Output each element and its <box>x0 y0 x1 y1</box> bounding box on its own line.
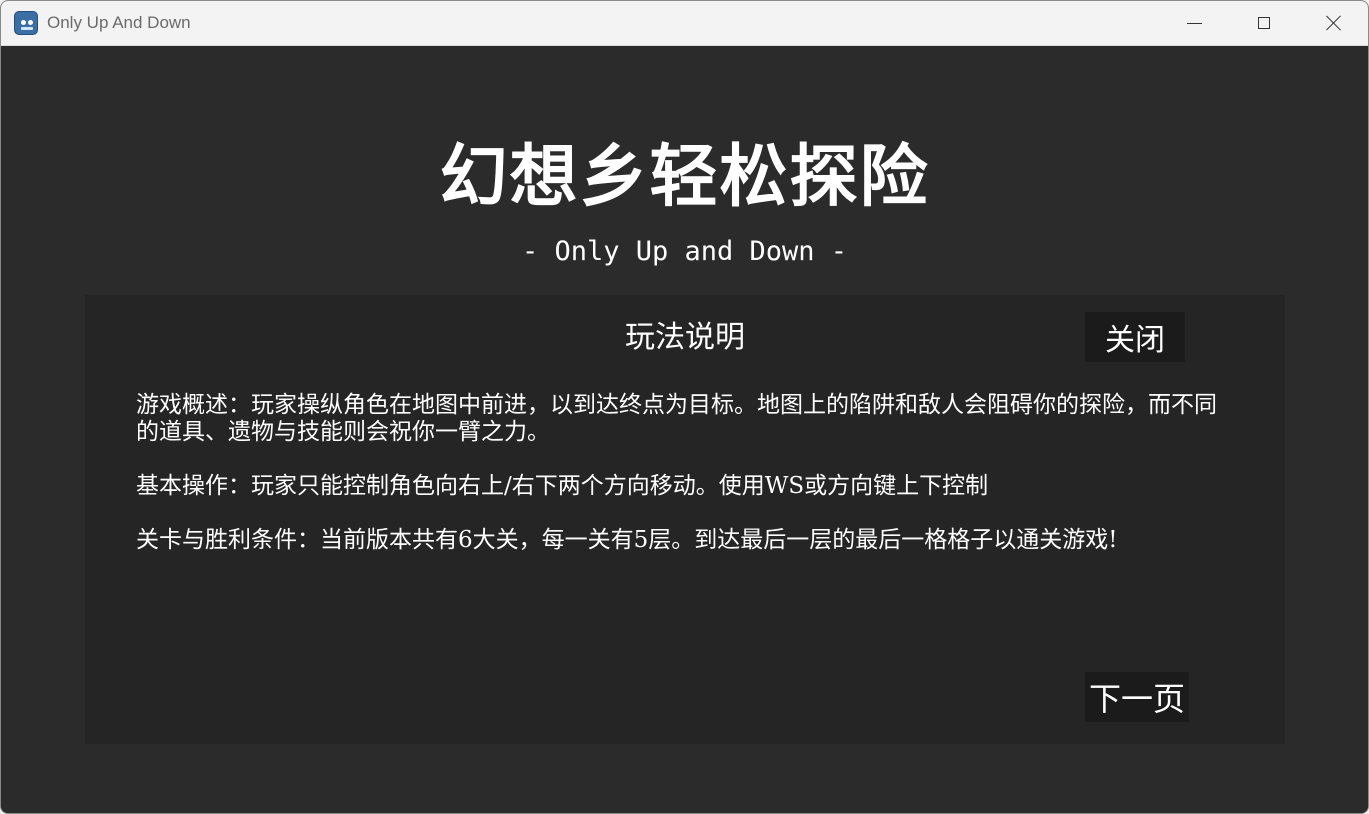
title-bar[interactable]: Only Up And Down <box>1 1 1368 46</box>
app-window: Only Up And Down 幻想乡轻松探险 - Only Up and D… <box>0 0 1369 814</box>
minimize-button[interactable] <box>1159 1 1229 45</box>
overview-paragraph: 游戏概述：玩家操纵角色在地图中前进，以到达终点为目标。地图上的陷阱和敌人会阻碍你… <box>136 392 1217 445</box>
close-icon <box>1326 15 1342 31</box>
close-panel-button[interactable]: 关闭 <box>1085 312 1185 362</box>
close-window-button[interactable] <box>1299 1 1368 45</box>
controls-paragraph: 基本操作：玩家只能控制角色向右上/右下两个方向移动。使用WS或方向键上下控制 <box>136 473 989 499</box>
minimize-icon <box>1186 22 1202 24</box>
instructions-panel: 玩法说明 关闭 游戏概述：玩家操纵角色在地图中前进，以到达终点为目标。地图上的陷… <box>85 295 1285 744</box>
icon-mouth <box>21 27 33 30</box>
victory-paragraph: 关卡与胜利条件：当前版本共有6大关，每一关有5层。到达最后一层的最后一格格子以通… <box>136 527 1118 553</box>
godot-app-icon <box>14 11 38 35</box>
maximize-button[interactable] <box>1229 1 1299 45</box>
window-title: Only Up And Down <box>47 13 191 32</box>
instructions-text: 游戏概述：玩家操纵角色在地图中前进，以到达终点为目标。地图上的陷阱和敌人会阻碍你… <box>136 392 1226 581</box>
next-page-button[interactable]: 下一页 <box>1085 672 1189 722</box>
game-viewport: 幻想乡轻松探险 - Only Up and Down - 玩法说明 关闭 游戏概… <box>1 46 1368 813</box>
icon-eye-left <box>21 20 26 25</box>
maximize-icon <box>1258 17 1270 29</box>
game-title: 幻想乡轻松探险 <box>439 138 930 217</box>
icon-eye-right <box>28 20 33 25</box>
game-subtitle: - Only Up and Down - <box>521 236 848 267</box>
